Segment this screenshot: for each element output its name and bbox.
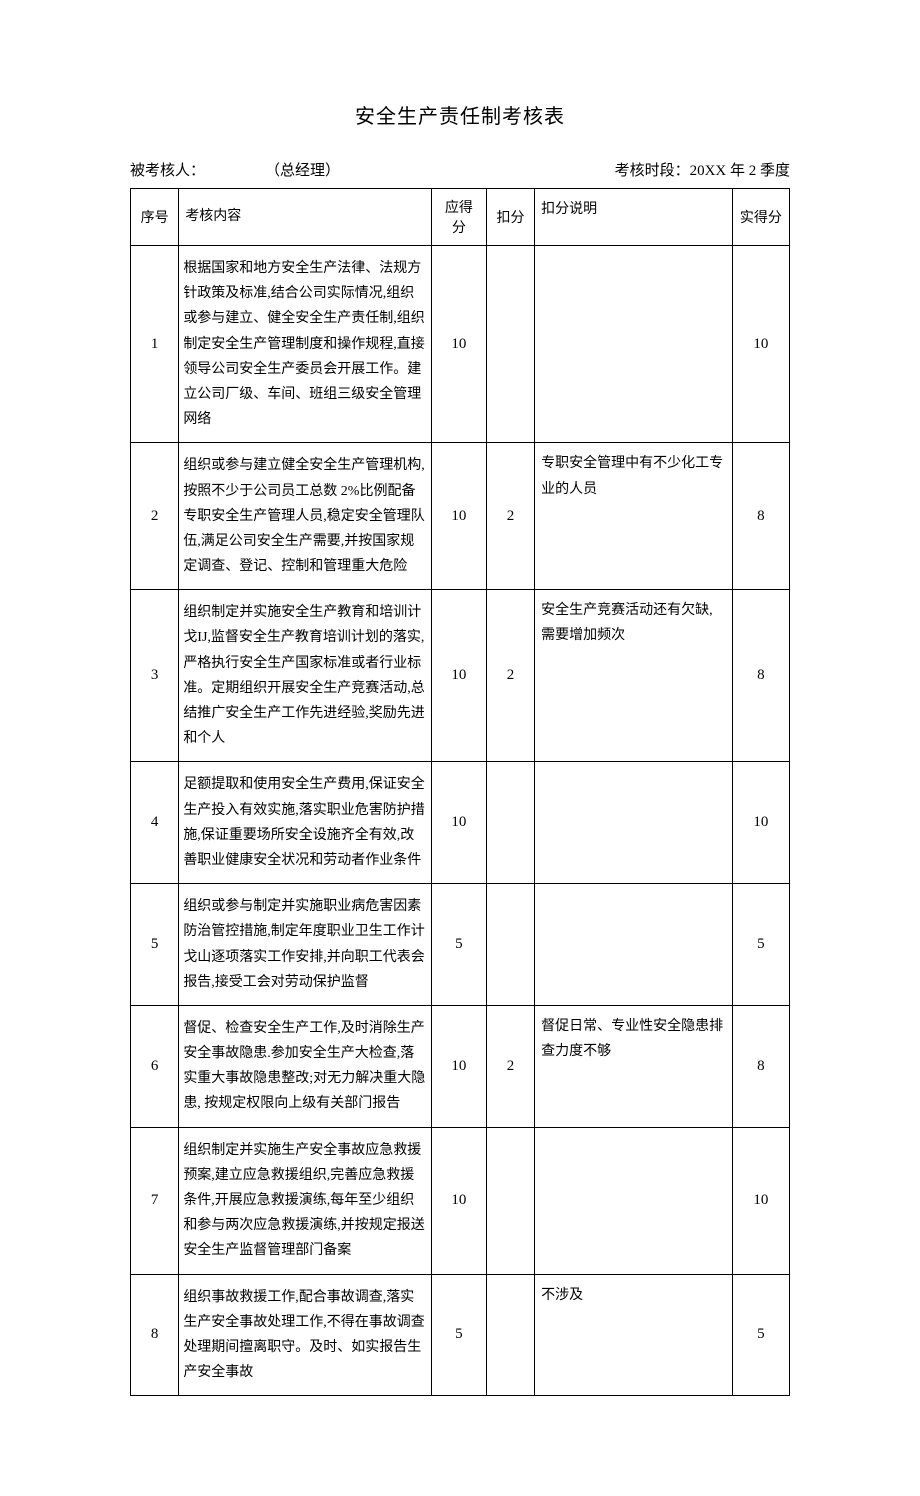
cell-content: 足额提取和使用安全生产费用,保证安全生产投入有效实施,落实职业危害防护措施,保证… <box>179 762 432 884</box>
cell-deduct <box>486 246 534 443</box>
cell-actual: 5 <box>732 1274 789 1396</box>
cell-actual: 8 <box>732 1005 789 1127</box>
cell-seq: 8 <box>131 1274 179 1396</box>
cell-content: 组织或参与制定并实施职业病危害因素防治管控措施,制定年度职业卫生工作计戈山逐项落… <box>179 884 432 1006</box>
table-header-row: 序号 考核内容 应得分 扣分 扣分说明 实得分 <box>131 189 790 246</box>
cell-explain <box>535 1127 733 1274</box>
cell-seq: 1 <box>131 246 179 443</box>
cell-deduct: 2 <box>486 590 534 762</box>
cell-explain <box>535 762 733 884</box>
table-row: 2组织或参与建立健全安全生产管理机构,按照不少于公司员工总数 2%比例配备专职安… <box>131 443 790 590</box>
cell-explain <box>535 884 733 1006</box>
cell-deduct <box>486 1274 534 1396</box>
cell-deduct: 2 <box>486 1005 534 1127</box>
cell-actual: 5 <box>732 884 789 1006</box>
cell-seq: 7 <box>131 1127 179 1274</box>
cell-deduct <box>486 762 534 884</box>
cell-seq: 6 <box>131 1005 179 1127</box>
cell-seq: 2 <box>131 443 179 590</box>
cell-content: 组织制定并实施生产安全事故应急救援预案,建立应急救援组织,完善应急救援条件,开展… <box>179 1127 432 1274</box>
col-header-deduct: 扣分 <box>486 189 534 246</box>
col-header-explain: 扣分说明 <box>535 189 733 246</box>
cell-actual: 10 <box>732 1127 789 1274</box>
cell-actual: 10 <box>732 246 789 443</box>
cell-seq: 5 <box>131 884 179 1006</box>
cell-score: 10 <box>431 1005 486 1127</box>
cell-actual: 8 <box>732 443 789 590</box>
cell-score: 10 <box>431 762 486 884</box>
cell-seq: 3 <box>131 590 179 762</box>
page-title: 安全生产责任制考核表 <box>130 100 790 129</box>
cell-explain: 督促日常、专业性安全隐患排查力度不够 <box>535 1005 733 1127</box>
period-label: 考核时段： <box>615 163 690 179</box>
cell-content: 根据国家和地方安全生产法律、法规方针政策及标准,结合公司实际情况,组织或参与建立… <box>179 246 432 443</box>
table-row: 3组织制定并实施安全生产教育和培训计戈IJ,监督安全生产教育培训计划的落实,严格… <box>131 590 790 762</box>
table-row: 5组织或参与制定并实施职业病危害因素防治管控措施,制定年度职业卫生工作计戈山逐项… <box>131 884 790 1006</box>
header-row: 被考核人： （总经理） 考核时段：20XX 年 2 季度 <box>130 159 790 180</box>
table-row: 6督促、检查安全生产工作,及时消除生产安全事故隐患.参加安全生产大检查,落实重大… <box>131 1005 790 1127</box>
cell-content: 组织制定并实施安全生产教育和培训计戈IJ,监督安全生产教育培训计划的落实,严格执… <box>179 590 432 762</box>
cell-score: 10 <box>431 443 486 590</box>
assessee-label: 被考核人： <box>130 159 205 180</box>
col-header-score: 应得分 <box>431 189 486 246</box>
table-row: 7组织制定并实施生产安全事故应急救援预案,建立应急救援组织,完善应急救援条件,开… <box>131 1127 790 1274</box>
assessee-role: （总经理） <box>265 159 340 180</box>
cell-deduct <box>486 884 534 1006</box>
cell-score: 10 <box>431 246 486 443</box>
cell-actual: 10 <box>732 762 789 884</box>
period-value: 20XX 年 2 季度 <box>690 163 790 179</box>
cell-score: 10 <box>431 1127 486 1274</box>
col-header-seq: 序号 <box>131 189 179 246</box>
table-row: 8组织事故救援工作,配合事故调查,落实生产安全事故处理工作,不得在事故调查处理期… <box>131 1274 790 1396</box>
cell-seq: 4 <box>131 762 179 884</box>
cell-score: 10 <box>431 590 486 762</box>
table-row: 1根据国家和地方安全生产法律、法规方针政策及标准,结合公司实际情况,组织或参与建… <box>131 246 790 443</box>
cell-content: 督促、检查安全生产工作,及时消除生产安全事故隐患.参加安全生产大检查,落实重大事… <box>179 1005 432 1127</box>
cell-score: 5 <box>431 1274 486 1396</box>
cell-explain: 专职安全管理中有不少化工专业的人员 <box>535 443 733 590</box>
cell-explain <box>535 246 733 443</box>
table-row: 4足额提取和使用安全生产费用,保证安全生产投入有效实施,落实职业危害防护措施,保… <box>131 762 790 884</box>
cell-deduct: 2 <box>486 443 534 590</box>
cell-explain: 不涉及 <box>535 1274 733 1396</box>
cell-explain: 安全生产竞赛活动还有欠缺,需要增加频次 <box>535 590 733 762</box>
cell-actual: 8 <box>732 590 789 762</box>
col-header-actual: 实得分 <box>732 189 789 246</box>
cell-content: 组织或参与建立健全安全生产管理机构,按照不少于公司员工总数 2%比例配备专职安全… <box>179 443 432 590</box>
cell-deduct <box>486 1127 534 1274</box>
cell-content: 组织事故救援工作,配合事故调查,落实生产安全事故处理工作,不得在事故调查处理期间… <box>179 1274 432 1396</box>
cell-score: 5 <box>431 884 486 1006</box>
col-header-content: 考核内容 <box>179 189 432 246</box>
assessment-table: 序号 考核内容 应得分 扣分 扣分说明 实得分 1根据国家和地方安全生产法律、法… <box>130 188 790 1396</box>
